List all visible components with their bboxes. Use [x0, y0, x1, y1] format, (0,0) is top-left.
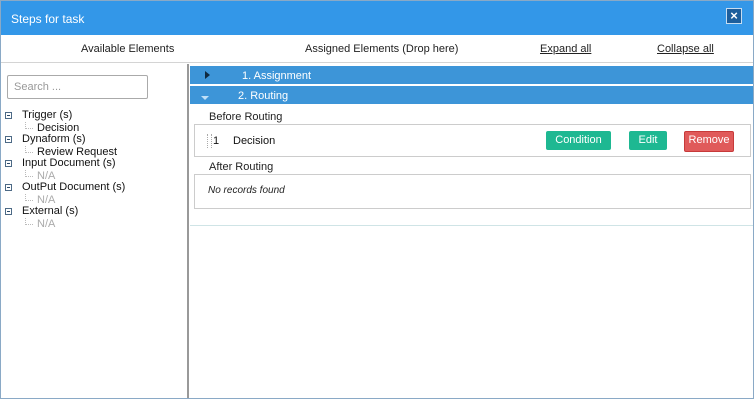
- tree-category-label: Dynaform (s): [22, 133, 86, 145]
- step-routing[interactable]: 2. Routing: [190, 86, 753, 104]
- tree-category-label: Trigger (s): [22, 109, 73, 121]
- available-elements-panel: Trigger (s)DecisionDynaform (s)Review Re…: [3, 64, 189, 398]
- step-label: 1. Assignment: [242, 70, 312, 82]
- collapse-toggle-icon[interactable]: [5, 112, 12, 119]
- tree-connector: [25, 170, 33, 177]
- before-routing-label: Before Routing: [209, 111, 283, 123]
- tree-connector: [25, 218, 33, 225]
- tree-category[interactable]: OutPut Document (s): [3, 181, 187, 194]
- search-input[interactable]: [7, 75, 148, 99]
- tree-item[interactable]: N/A: [3, 218, 187, 230]
- after-routing-label: After Routing: [209, 161, 274, 173]
- tree-connector: [25, 194, 33, 201]
- tree-category-label: Input Document (s): [22, 157, 116, 169]
- collapse-toggle-icon[interactable]: [5, 136, 12, 143]
- drag-handle-icon[interactable]: [207, 134, 212, 148]
- expand-all-link[interactable]: Expand all: [540, 43, 591, 55]
- row-step-name: Decision: [233, 135, 276, 147]
- edit-button[interactable]: Edit: [629, 131, 667, 150]
- step-assignment[interactable]: 1. Assignment: [190, 66, 753, 84]
- dialog-title: Steps for task: [11, 12, 85, 26]
- steps-dialog: Steps for task × Available Elements Assi…: [0, 0, 754, 399]
- tree-category[interactable]: Trigger (s): [3, 109, 187, 122]
- divider: [190, 225, 753, 226]
- available-elements-heading: Available Elements: [81, 43, 175, 55]
- dialog-titlebar: Steps for task ×: [1, 1, 753, 35]
- collapse-toggle-icon[interactable]: [5, 208, 12, 215]
- condition-button[interactable]: Condition: [546, 131, 611, 150]
- after-routing-list: No records found: [194, 174, 751, 209]
- tree-category[interactable]: Input Document (s): [3, 157, 187, 170]
- collapse-all-link[interactable]: Collapse all: [657, 43, 714, 55]
- tree-category-label: OutPut Document (s): [22, 181, 126, 193]
- column-header-row: Available Elements Assigned Elements (Dr…: [1, 35, 753, 63]
- close-icon[interactable]: ×: [726, 8, 742, 24]
- row-number: 1: [213, 135, 220, 147]
- expand-arrow-icon[interactable]: [205, 71, 210, 79]
- tree-category[interactable]: Dynaform (s): [3, 133, 187, 146]
- tree-item-label: N/A: [37, 218, 56, 230]
- before-routing-list: 1 Decision Condition Edit Remove: [194, 124, 751, 157]
- collapse-toggle-icon[interactable]: [5, 184, 12, 191]
- tree-connector: [25, 122, 33, 129]
- collapse-toggle-icon[interactable]: [5, 160, 12, 167]
- collapse-arrow-icon[interactable]: [201, 96, 209, 100]
- assigned-elements-heading: Assigned Elements (Drop here): [305, 43, 459, 55]
- assigned-elements-panel: 1. Assignment 2. Routing Before Routing …: [190, 64, 753, 398]
- remove-button[interactable]: Remove: [684, 131, 734, 152]
- tree-connector: [25, 146, 33, 153]
- empty-state-text: No records found: [208, 185, 285, 196]
- tree-category[interactable]: External (s): [3, 205, 187, 218]
- elements-tree: Trigger (s) Decision Dynaform (s) Review Re…: [3, 109, 187, 230]
- step-label: 2. Routing: [238, 90, 289, 102]
- tree-category-label: External (s): [22, 205, 79, 217]
